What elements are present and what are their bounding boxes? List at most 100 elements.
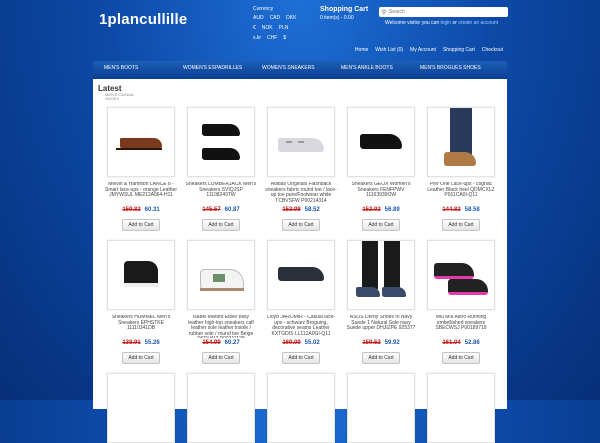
add-to-cart-button[interactable]: Add to Cart [202,219,240,231]
product-image[interactable] [347,240,415,310]
category-mens-boots[interactable]: MEN'S BOOTS [93,61,172,79]
product-name[interactable]: Isabel Marant Étoile Bilsy leather high-… [185,315,257,338]
product-image[interactable] [187,107,255,177]
product-prices: 161.04 52.86 [425,340,497,346]
product-prices: 153.98 58.52 [265,207,337,213]
new-price: 59.92 [384,340,400,346]
category-womens-sneakers[interactable]: WOMEN'S SNEAKERS [251,61,330,79]
product-image[interactable] [187,373,255,443]
product-image[interactable] [187,240,255,310]
add-to-cart-button[interactable]: Add to Cart [442,219,480,231]
currency-eur[interactable]: € [253,25,256,31]
add-to-cart-button[interactable]: Add to Cart [282,219,320,231]
product-card: ASOS Derby Shoes In Navy Suede 1 Natural… [345,240,417,364]
product-card: Melvin & Hamilton LANCE 8 - Smart lace-u… [105,107,177,231]
currency-cad[interactable]: CAD [270,15,281,21]
product-image[interactable] [267,107,335,177]
cart-title[interactable]: Shopping Cart [320,6,368,13]
product-card [105,373,177,443]
currency-nok[interactable]: NOK [262,25,273,31]
product-image[interactable] [427,107,495,177]
category-mens-brogues-shoes[interactable]: MEN'S BROGUES SHOES [409,61,488,79]
nav-shopping-cart[interactable]: Shopping Cart [443,47,475,53]
product-image[interactable] [427,240,495,310]
main-content: Latest MEN'S CASUAL SHOES Melvin & Hamil… [93,79,507,443]
search-box[interactable]: ⚲ [379,7,508,17]
product-card [345,373,417,443]
product-card: Sneakers HUMMEL Men's Sneakers EPHSTKE 1… [105,240,177,364]
product-prices: 159.52 59.92 [345,340,417,346]
product-card: Sneakers GEOX Women's Sneakers FENFPWV 1… [345,107,417,231]
currency-usd[interactable]: $ [283,35,286,41]
product-name[interactable]: Sneakers LUMBERJACK Men's Sneakers SVIQJ… [185,182,257,205]
add-to-cart-button[interactable]: Add to Cart [362,352,400,364]
register-link[interactable]: create an account [458,20,498,26]
currency-pln[interactable]: PLN [279,25,289,31]
product-name[interactable]: Melvin & Hamilton LANCE 8 - Smart lace-u… [105,182,177,205]
product-image[interactable] [267,240,335,310]
login-link[interactable]: login [441,20,452,26]
product-name[interactable]: Miu Miu Astro Running embellished sneake… [425,315,497,338]
product-name[interactable]: Sneakers HUMMEL Men's Sneakers EPHSTKE 1… [105,315,177,338]
product-name[interactable]: Lloyd JAROMIR - Casual lace-ups - schwar… [265,315,337,338]
nav-my-account[interactable]: My Account [410,47,436,53]
new-price: 58.52 [304,207,320,213]
header-cart[interactable]: Shopping Cart 0 item(s) - 0.00 [320,6,368,21]
add-to-cart-button[interactable]: Add to Cart [442,352,480,364]
currency-dkk[interactable]: DKK [286,15,296,21]
new-price: 60.27 [224,340,240,346]
new-price: 58.58 [464,207,480,213]
product-image[interactable] [267,373,335,443]
product-card: Adidas Originals Flashback sneakers fabr… [265,107,337,231]
product-prices: 138.91 55.26 [105,340,177,346]
product-card: Miu Miu Astro Running embellished sneake… [425,240,497,364]
add-to-cart-button[interactable]: Add to Cart [362,219,400,231]
product-prices: 159.83 60.31 [105,207,177,213]
nav-home[interactable]: Home [355,47,368,53]
product-card: Lloyd JAROMIR - Casual lace-ups - schwar… [265,240,337,364]
site-logo[interactable]: 1plancullille [99,11,187,28]
welcome-or: or [452,20,457,26]
category-womens-espadrilles[interactable]: WOMEN'S ESPADRILLES [172,61,251,79]
old-price: 145.57 [202,207,221,213]
product-name[interactable]: ASOS Derby Shoes In Navy Suede 1 Natural… [345,315,417,338]
currency-isk[interactable]: s.kr [253,35,261,41]
product-image[interactable] [107,373,175,443]
product-name[interactable]: Sneakers GEOX Women's Sneakers FENFPWV 1… [345,182,417,205]
product-image[interactable] [107,240,175,310]
old-price: 169.09 [282,340,301,346]
product-card: Pier One Lace-ups - cognac Leather Black… [425,107,497,231]
new-price: 52.86 [464,340,480,346]
category-mens-ankle-boots[interactable]: MEN'S ANKLE BOOTS [330,61,409,79]
add-to-cart-button[interactable]: Add to Cart [122,219,160,231]
product-image[interactable] [427,373,495,443]
old-price: 159.83 [122,207,141,213]
old-price: 159.52 [362,340,381,346]
search-input[interactable] [389,9,499,15]
welcome-message: Welcome visitor you can login or create … [385,20,498,26]
product-image[interactable] [347,373,415,443]
search-icon[interactable]: ⚲ [379,9,389,16]
product-prices: 145.57 60.87 [185,207,257,213]
add-to-cart-button[interactable]: Add to Cart [202,352,240,364]
product-prices: 144.83 58.58 [425,207,497,213]
new-price: 55.02 [304,340,320,346]
product-name[interactable]: Pier One Lace-ups - cognac Leather Black… [425,182,497,205]
old-price: 161.04 [442,340,461,346]
product-image[interactable] [347,107,415,177]
breadcrumb[interactable]: MEN'S CASUAL SHOES [105,93,145,101]
cart-summary[interactable]: 0 item(s) - 0.00 [320,15,368,21]
nav-checkout[interactable]: Checkout [482,47,503,53]
old-price: 144.83 [442,207,461,213]
add-to-cart-button[interactable]: Add to Cart [282,352,320,364]
product-card: Isabel Marant Étoile Bilsy leather high-… [185,240,257,364]
product-name[interactable]: Adidas Originals Flashback sneakers fabr… [265,182,337,205]
currency-aud[interactable]: AUD [253,15,264,21]
product-image[interactable] [107,107,175,177]
product-card [185,373,257,443]
currency-chf[interactable]: CHF [267,35,277,41]
nav-wishlist[interactable]: Wish List (0) [375,47,403,53]
add-to-cart-button[interactable]: Add to Cart [122,352,160,364]
product-prices: 152.92 56.89 [345,207,417,213]
new-price: 60.87 [224,207,240,213]
